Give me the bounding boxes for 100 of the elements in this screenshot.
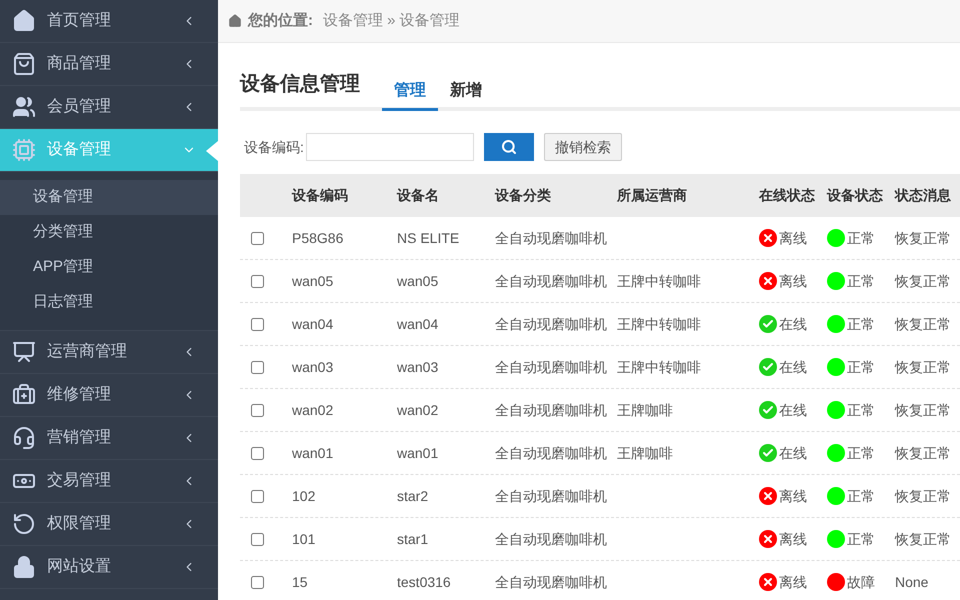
lock-icon xyxy=(12,555,36,579)
table-cell-text: wan02 xyxy=(397,400,440,420)
sidebar-item[interactable]: 网站设置 xyxy=(0,546,218,589)
online-status: 在线 xyxy=(779,400,807,420)
column-header: 设备编码 xyxy=(292,186,349,205)
table-cell-text: 恢复正常 xyxy=(895,444,952,462)
headset-icon xyxy=(12,426,36,450)
table-cell-text: 全自动现磨咖啡机 xyxy=(495,530,608,548)
column-header: 设备分类 xyxy=(495,186,552,205)
house-icon xyxy=(12,9,36,33)
device-status: 正常 xyxy=(847,444,875,462)
online-status: 离线 xyxy=(779,228,807,248)
table-cell-text: wan04 xyxy=(397,314,440,334)
bag-icon xyxy=(12,52,36,76)
column-header: 在线状态 xyxy=(759,186,816,205)
table-cell: 王牌中转咖啡 xyxy=(617,272,701,288)
device-status: 正常 xyxy=(847,272,875,290)
table-cell: 王牌咖啡 xyxy=(617,402,673,418)
rotate-icon xyxy=(12,512,36,536)
table-cell-text: 恢复正常 xyxy=(895,314,952,334)
tab[interactable]: 新增 xyxy=(438,79,494,111)
table-cell-text: None xyxy=(895,572,930,592)
sidebar-item[interactable]: 首页管理 xyxy=(0,0,218,43)
tab[interactable]: 管理 xyxy=(382,79,438,111)
table-cell-text: wan01 xyxy=(397,444,440,462)
table-cell-text: 恢复正常 xyxy=(895,530,952,548)
row-checkbox[interactable] xyxy=(251,274,264,288)
online-status: 在线 xyxy=(779,444,807,462)
row-checkbox[interactable] xyxy=(251,232,264,244)
submenu-item[interactable]: 分类管理 xyxy=(0,215,218,250)
sidebar-item[interactable]: 权限管理 xyxy=(0,503,218,546)
table-cell-text: 全自动现磨咖啡机 xyxy=(495,486,608,506)
breadcrumb-label: 您的位置: xyxy=(248,10,313,31)
row-checkbox[interactable] xyxy=(251,360,264,374)
breadcrumb-path: 设备管理 » 设备管理 xyxy=(323,10,460,31)
submenu-item[interactable]: 日志管理 xyxy=(0,285,218,320)
table-cell: 王牌咖啡 xyxy=(617,444,673,460)
device-status: 正常 xyxy=(847,530,875,548)
presentation-icon xyxy=(12,340,36,364)
search-button[interactable] xyxy=(484,133,534,161)
table-cell-text: wan05 xyxy=(397,272,440,290)
table-cell-text: test0316 xyxy=(397,572,452,592)
online-status: 离线 xyxy=(779,572,807,592)
sidebar-item[interactable]: 运营商管理 xyxy=(0,331,218,374)
search-field[interactable] xyxy=(306,133,474,161)
table-cell-text: wan03 xyxy=(292,358,334,376)
online-status: 在线 xyxy=(779,314,807,334)
table-cell-text: 102 xyxy=(292,486,316,506)
row-checkbox[interactable] xyxy=(251,404,264,416)
table-cell-text: star1 xyxy=(397,530,430,548)
house-icon xyxy=(228,14,242,28)
table-cell-text: 恢复正常 xyxy=(895,486,952,506)
table-cell-text: 恢复正常 xyxy=(895,358,952,376)
cancel-search-button[interactable]: 撤销检索 xyxy=(544,133,622,161)
sidebar-item[interactable]: 营销管理 xyxy=(0,417,218,460)
row-checkbox[interactable] xyxy=(251,446,264,460)
table-cell-text: wan05 xyxy=(292,272,334,290)
page-title: 设备信息管理 xyxy=(240,72,360,97)
device-status: 正常 xyxy=(847,400,875,420)
table-cell-text: NS ELITE xyxy=(397,228,460,248)
submenu-item[interactable]: APP管理 xyxy=(0,250,218,285)
sidebar-item[interactable]: 交易管理 xyxy=(0,460,218,503)
table-cell-text: 全自动现磨咖啡机 xyxy=(495,228,608,248)
device-status: 正常 xyxy=(847,358,875,376)
search-label: 设备编码: xyxy=(244,138,304,156)
sidebar-item[interactable]: 商品管理 xyxy=(0,43,218,86)
sidebar-item[interactable]: 维修管理 xyxy=(0,374,218,417)
users-icon xyxy=(12,95,36,119)
row-checkbox[interactable] xyxy=(251,532,264,546)
online-status: 离线 xyxy=(779,486,807,506)
online-status: 在线 xyxy=(779,358,807,376)
table-cell-text: 101 xyxy=(292,530,316,548)
table-cell-text: 恢复正常 xyxy=(895,400,952,420)
table-cell-text: P58G86 xyxy=(292,228,344,248)
online-status: 离线 xyxy=(779,530,807,548)
table-cell-text: 恢复正常 xyxy=(895,272,952,290)
device-status: 故障 xyxy=(847,572,875,592)
row-checkbox[interactable] xyxy=(251,318,264,330)
device-status: 正常 xyxy=(847,486,875,506)
table-cell: 王牌中转咖啡 xyxy=(617,358,701,374)
column-header: 设备状态 xyxy=(827,186,884,205)
chip-icon xyxy=(12,138,36,162)
row-checkbox[interactable] xyxy=(251,490,264,502)
table-cell-text: wan01 xyxy=(292,444,334,462)
table-cell-text: wan02 xyxy=(292,400,334,420)
row-checkbox[interactable] xyxy=(251,576,264,588)
table-cell-text: wan03 xyxy=(397,358,440,376)
submenu-item[interactable]: 设备管理 xyxy=(0,180,218,215)
column-header: 状态消息 xyxy=(895,186,952,205)
table-cell-text: 全自动现磨咖啡机 xyxy=(495,314,608,334)
table-cell-text: 15 xyxy=(292,572,309,592)
table-cell-text: 全自动现磨咖啡机 xyxy=(495,400,608,420)
column-header: 设备名 xyxy=(397,186,440,205)
medical-kit-icon xyxy=(12,383,36,407)
device-status: 正常 xyxy=(847,314,875,334)
table-cell-text: 全自动现磨咖啡机 xyxy=(495,272,608,290)
table-cell-text: 全自动现磨咖啡机 xyxy=(495,358,608,376)
table-cell-text: star2 xyxy=(397,486,430,506)
column-header: 所属运营商 xyxy=(617,186,688,205)
device-status: 正常 xyxy=(847,228,875,248)
